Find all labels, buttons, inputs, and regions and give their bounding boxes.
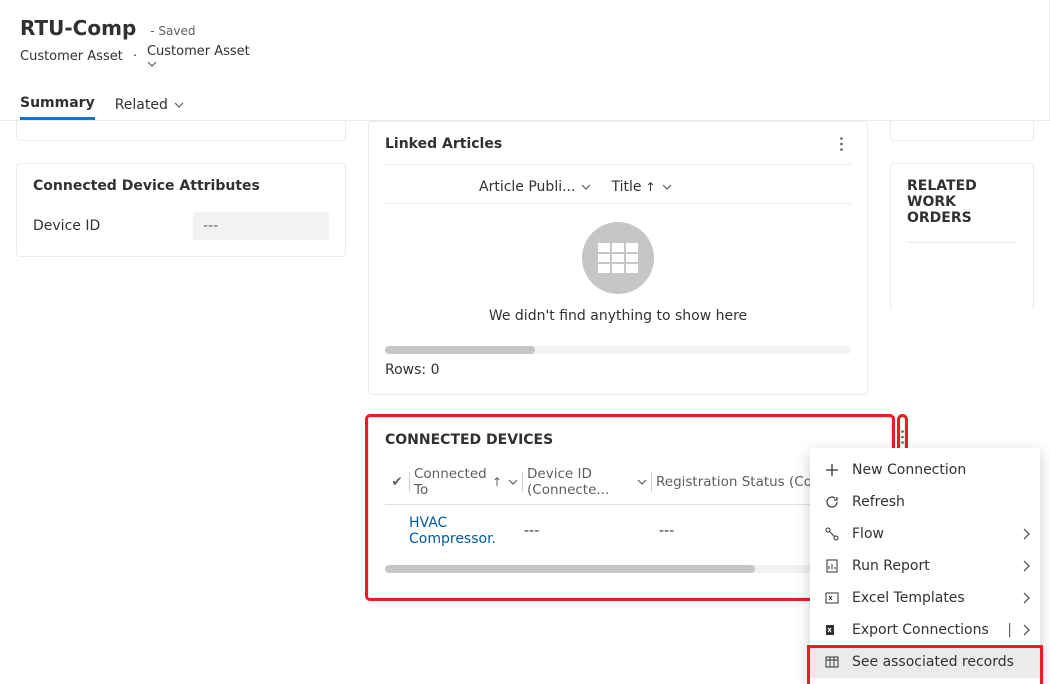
connected-device-attributes-card: Connected Device Attributes Device ID --… <box>16 163 346 257</box>
flow-icon <box>824 526 840 542</box>
right-card-stub <box>890 121 1034 141</box>
connected-devices-title: CONNECTED DEVICES <box>385 432 553 448</box>
menu-see-associated-records[interactable]: See associated records <box>810 646 1040 678</box>
menu-new-connection[interactable]: New Connection <box>810 454 1040 486</box>
chevron-right-icon <box>1022 560 1030 572</box>
col-device-id[interactable]: Device ID (Connecte... <box>523 466 651 498</box>
chevron-down-icon <box>508 477 518 487</box>
form-header: RTU-Comp - Saved Customer Asset Customer… <box>0 0 1050 121</box>
linked-col-article[interactable]: Article Publi... <box>475 175 595 199</box>
separator-dot <box>131 49 139 64</box>
form-name: Customer Asset <box>147 44 250 59</box>
device-id-label: Device ID <box>33 218 193 234</box>
menu-excel-templates[interactable]: Excel Templates <box>810 582 1040 614</box>
connected-to-link[interactable]: HVAC Compressor. <box>409 515 524 547</box>
linked-col-title[interactable]: Title <box>607 175 675 199</box>
table-row[interactable]: HVAC Compressor. --- --- <box>385 505 875 557</box>
report-icon <box>824 558 840 574</box>
connected-devices-context-menu: New Connection Refresh Flow Run Report E… <box>810 448 1040 684</box>
excel-icon <box>824 590 840 606</box>
left-card-stub <box>16 121 346 141</box>
related-work-orders-title: RELATED WORK ORDERS <box>907 178 1017 226</box>
chevron-right-icon <box>1022 592 1030 604</box>
menu-export-connections[interactable]: Export Connections | <box>810 614 1040 646</box>
scroll-thumb[interactable] <box>385 565 755 573</box>
horizontal-scrollbar[interactable] <box>385 346 851 354</box>
linked-articles-card: Linked Articles Article Publi... Title <box>368 121 868 395</box>
record-title: RTU-Comp <box>20 16 136 40</box>
divider: | <box>1007 622 1012 638</box>
col-connected-to[interactable]: Connected To ↑ <box>410 466 522 498</box>
chevron-right-icon <box>1022 624 1030 636</box>
tab-related-label: Related <box>115 97 168 113</box>
chevron-down-icon <box>147 59 252 69</box>
empty-text: We didn't find anything to show here <box>385 308 851 324</box>
menu-flow[interactable]: Flow <box>810 518 1040 550</box>
chevron-down-icon <box>174 100 184 110</box>
refresh-icon <box>824 494 840 510</box>
device-id-value[interactable]: --- <box>193 212 329 240</box>
select-all-checkbox[interactable]: ✔ <box>385 474 409 490</box>
chevron-right-icon <box>1022 528 1030 540</box>
tab-list: Summary Related <box>20 89 1029 120</box>
tab-related[interactable]: Related <box>115 89 184 120</box>
tab-summary[interactable]: Summary <box>20 89 95 120</box>
excel-export-icon <box>824 622 840 638</box>
empty-state: We didn't find anything to show here <box>385 210 851 338</box>
horizontal-scrollbar[interactable] <box>385 565 875 573</box>
device-id-cell: --- <box>524 523 659 539</box>
related-work-orders-card: RELATED WORK ORDERS <box>890 163 1034 309</box>
chevron-down-icon <box>637 477 647 487</box>
rows-count: Rows: 0 <box>385 362 851 378</box>
save-status: - Saved <box>150 24 195 38</box>
chevron-down-icon <box>581 182 591 192</box>
card-title: Connected Device Attributes <box>33 178 329 194</box>
menu-run-report[interactable]: Run Report <box>810 550 1040 582</box>
chevron-down-icon <box>662 182 672 192</box>
plus-icon <box>824 462 840 478</box>
menu-refresh[interactable]: Refresh <box>810 486 1040 518</box>
records-icon <box>824 654 840 670</box>
connected-devices-columns: ✔ Connected To ↑ Device ID (Connecte... <box>385 460 875 505</box>
linked-articles-title: Linked Articles <box>385 136 502 152</box>
linked-articles-more-button[interactable] <box>831 134 851 154</box>
form-selector[interactable]: Customer Asset <box>147 44 252 69</box>
empty-grid-icon <box>582 222 654 294</box>
entity-name: Customer Asset <box>20 49 123 64</box>
scroll-thumb[interactable] <box>385 346 535 354</box>
